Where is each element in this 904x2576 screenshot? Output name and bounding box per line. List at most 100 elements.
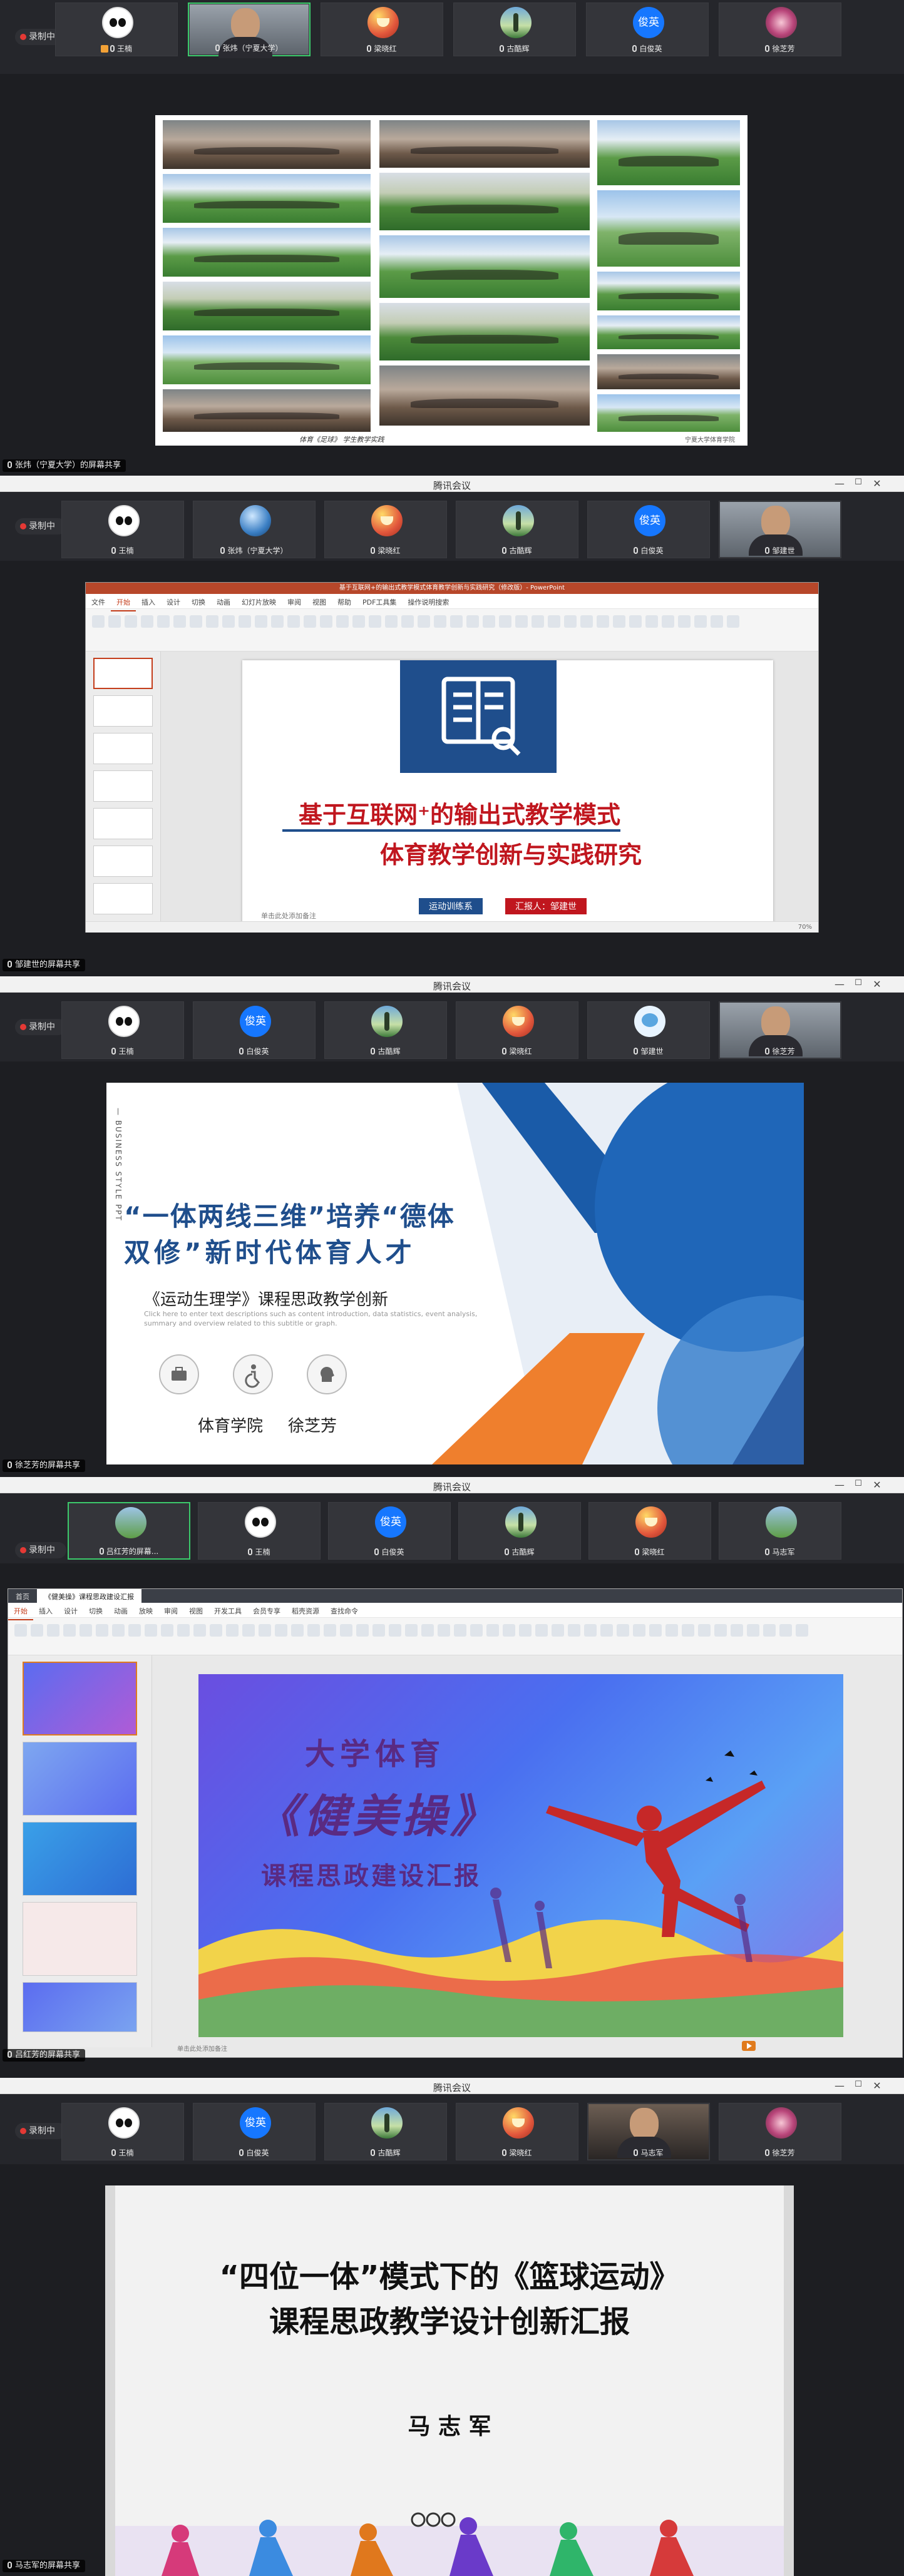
participant-tile-active[interactable]: 张炜（宁夏大学） <box>188 3 311 58</box>
tab-transitions[interactable]: 切换 <box>186 594 211 610</box>
tab-design[interactable]: 设计 <box>58 1603 83 1619</box>
tab-animations[interactable]: 动画 <box>108 1603 133 1619</box>
tab-insert[interactable]: 插入 <box>33 1603 58 1619</box>
tab-file[interactable]: 文件 <box>86 594 111 610</box>
participant-tile[interactable]: 徐芝芳 <box>719 1001 841 1059</box>
tab-review[interactable]: 审阅 <box>282 594 307 610</box>
participant-tile[interactable]: 王楠 <box>55 3 178 56</box>
landscape-icon <box>371 1006 403 1037</box>
tab-transitions[interactable]: 切换 <box>83 1603 108 1619</box>
recording-indicator[interactable]: 录制中 <box>15 2123 66 2139</box>
video-strip: 录制中 王楠 俊英 白俊英 古酷辉 梁晓红 邹建世 徐芝芳 <box>0 993 904 1061</box>
mic-icon <box>765 1548 770 1555</box>
presenter-name: 徐芝芳 <box>288 1417 337 1436</box>
tab-slideshow[interactable]: 放映 <box>133 1603 158 1619</box>
photo <box>162 388 372 433</box>
tab-member[interactable]: 会员专享 <box>247 1603 286 1619</box>
ribbon-tools[interactable] <box>8 1618 902 1643</box>
slide-thumbnails[interactable] <box>8 1655 152 2047</box>
participant-tile[interactable]: 俊英 白俊英 <box>587 501 710 558</box>
recording-indicator[interactable]: 录制中 <box>15 1542 66 1558</box>
tab-dev[interactable]: 开发工具 <box>208 1603 247 1619</box>
participant-tile[interactable]: 徐芝芳 <box>719 2103 841 2160</box>
recording-indicator[interactable]: 录制中 <box>15 1019 66 1035</box>
tab-home[interactable]: 开始 <box>111 594 136 611</box>
restore-button[interactable]: ☐ <box>850 478 866 487</box>
participant-tile[interactable]: 俊英 白俊英 <box>193 2103 316 2160</box>
zoom-level[interactable]: 70% <box>798 924 812 931</box>
tab-slideshow[interactable]: 幻灯片放映 <box>236 594 282 610</box>
close-button[interactable]: ✕ <box>869 1479 885 1491</box>
doc-tab[interactable]: 《健美操》课程思政建设汇报 <box>37 1589 141 1604</box>
minimize-button[interactable]: — <box>831 1479 848 1491</box>
participant-tile[interactable]: 王楠 <box>61 1001 184 1059</box>
slide-thumbnails[interactable] <box>86 652 161 922</box>
restore-button[interactable]: ☐ <box>850 2080 866 2089</box>
participant-tile[interactable]: 马志军 <box>719 1502 841 1560</box>
close-button[interactable]: ✕ <box>869 2080 885 2092</box>
photo <box>378 302 591 362</box>
participant-tile[interactable]: 王楠 <box>61 2103 184 2160</box>
participant-tile[interactable]: 马志军 <box>587 2103 710 2160</box>
photo <box>378 119 591 169</box>
minimize-button[interactable]: — <box>831 478 848 489</box>
tab-design[interactable]: 设计 <box>161 594 186 610</box>
present-button[interactable] <box>742 2041 756 2051</box>
photo <box>162 227 372 278</box>
restore-button[interactable]: ☐ <box>850 978 866 988</box>
tab-insert[interactable]: 插入 <box>136 594 161 610</box>
participant-tile[interactable]: 古酷辉 <box>324 2103 447 2160</box>
tab-view[interactable]: 视图 <box>307 594 332 610</box>
cartoon-icon <box>367 7 399 38</box>
tab-pdf[interactable]: PDF工具集 <box>357 594 402 610</box>
text-avatar: 俊英 <box>634 505 665 536</box>
participant-name: 马志军 <box>640 2149 664 2157</box>
minimize-button[interactable]: — <box>831 978 848 990</box>
close-button[interactable]: ✕ <box>869 978 885 990</box>
tab-review[interactable]: 审阅 <box>158 1603 183 1619</box>
participant-tile[interactable]: 邹建世 <box>719 501 841 558</box>
participant-tile-active[interactable]: 吕红芳的屏幕... <box>68 1502 190 1560</box>
participant-tile[interactable]: 邹建世 <box>587 1001 710 1059</box>
participant-tile[interactable]: 俊英 白俊英 <box>586 3 709 56</box>
landscape-icon <box>505 1506 537 1538</box>
participant-tile[interactable]: 俊英 白俊英 <box>193 1001 316 1059</box>
mic-icon <box>8 2562 12 2568</box>
participant-tile[interactable]: 徐芝芳 <box>719 3 841 56</box>
text-avatar: 俊英 <box>375 1506 406 1538</box>
participant-tile[interactable]: 梁晓红 <box>588 1502 711 1560</box>
tab-resources[interactable]: 稻壳资源 <box>286 1603 325 1619</box>
notes-placeholder[interactable]: 单击此处添加备注 <box>261 911 316 921</box>
participant-name: 白俊英 <box>640 546 664 555</box>
tab-help[interactable]: 帮助 <box>332 594 357 610</box>
ribbon-tools[interactable] <box>86 609 818 634</box>
mic-icon <box>248 1548 253 1555</box>
mic-icon <box>371 1048 376 1055</box>
tab-home-wps[interactable]: 首页 <box>8 1589 37 1604</box>
participant-tile[interactable]: 古酷辉 <box>453 3 576 56</box>
notes-placeholder[interactable]: 单击此处添加备注 <box>177 2043 227 2053</box>
participant-tile[interactable]: 古酷辉 <box>324 1001 447 1059</box>
participant-tile[interactable]: 王楠 <box>198 1502 321 1560</box>
tell-me-search[interactable]: 操作说明搜索 <box>402 594 455 610</box>
participant-name: 梁晓红 <box>642 1548 665 1556</box>
restore-button[interactable]: ☐ <box>850 1479 866 1488</box>
participant-tile[interactable]: 古酷辉 <box>456 501 578 558</box>
participant-tile[interactable]: 张炜（宁夏大学） <box>193 501 316 558</box>
participant-tile[interactable]: 古酷辉 <box>458 1502 581 1560</box>
participant-name: 梁晓红 <box>509 2149 532 2157</box>
participant-tile[interactable]: 梁晓红 <box>321 3 443 56</box>
recording-indicator[interactable]: 录制中 <box>15 518 66 534</box>
close-button[interactable]: ✕ <box>869 478 885 489</box>
participant-tile[interactable]: 梁晓红 <box>456 1001 578 1059</box>
tab-view[interactable]: 视图 <box>183 1603 208 1619</box>
tab-start[interactable]: 开始 <box>8 1603 33 1620</box>
participant-tile[interactable]: 梁晓红 <box>456 2103 578 2160</box>
participant-tile[interactable]: 俊英 白俊英 <box>328 1502 451 1560</box>
participant-name: 徐芝芳 <box>772 2149 795 2157</box>
minimize-button[interactable]: — <box>831 2080 848 2092</box>
participant-tile[interactable]: 梁晓红 <box>324 501 447 558</box>
tab-animations[interactable]: 动画 <box>211 594 236 610</box>
search-command[interactable]: 查找命令 <box>325 1603 364 1619</box>
participant-tile[interactable]: 王楠 <box>61 501 184 558</box>
